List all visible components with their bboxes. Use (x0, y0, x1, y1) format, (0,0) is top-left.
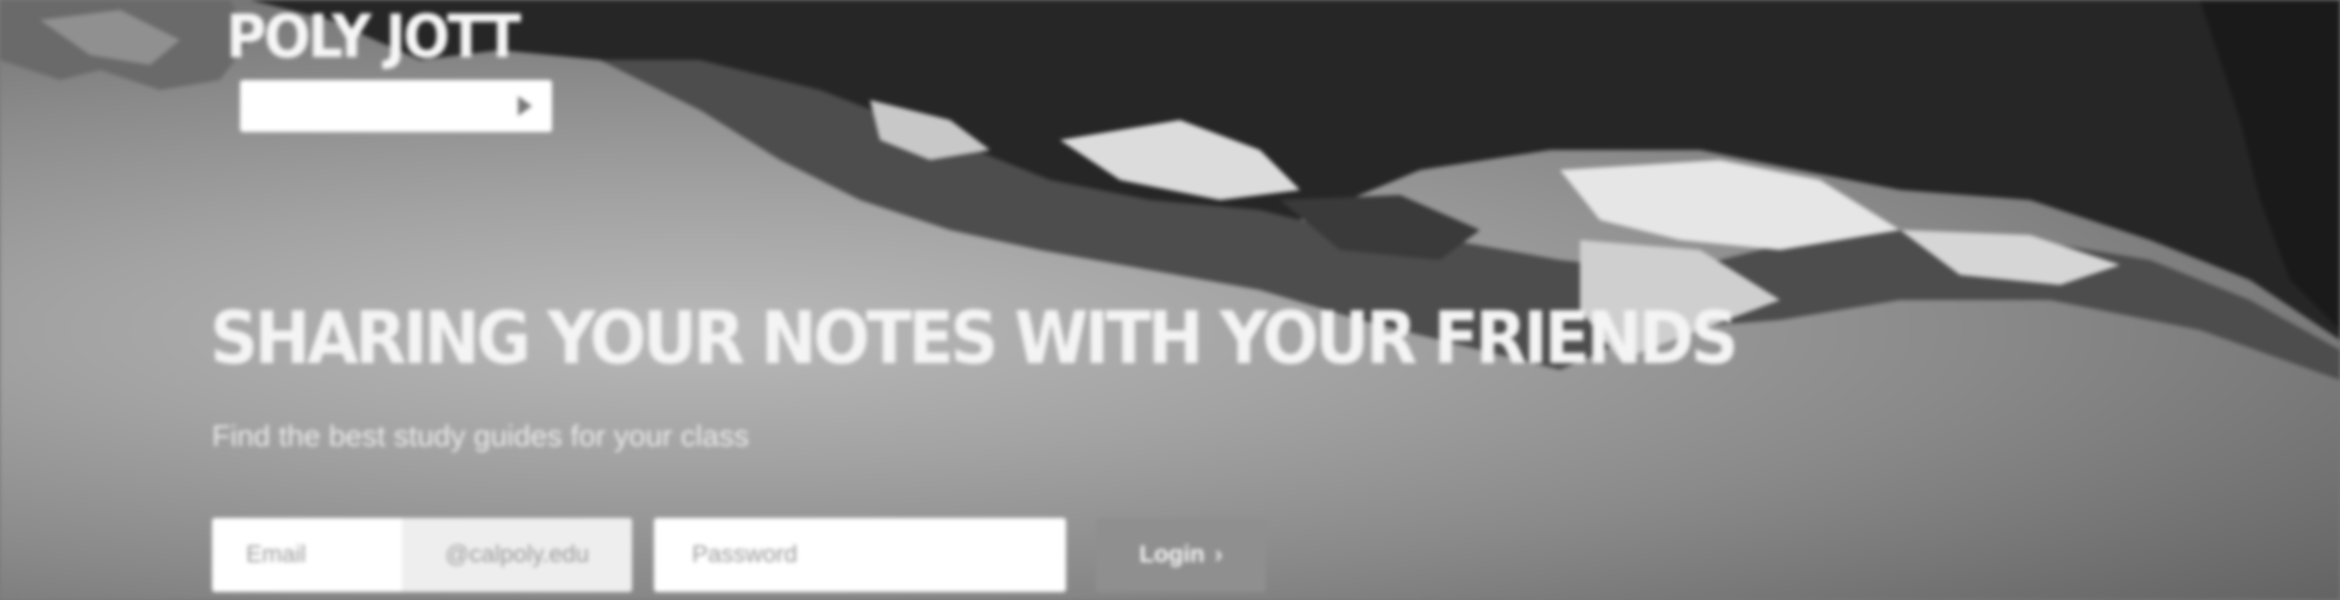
chevron-right-icon (518, 96, 532, 116)
hero-subheadline: Find the best study guides for your clas… (212, 420, 749, 453)
email-field-group: @calpoly.edu (212, 518, 632, 592)
email-domain-suffix: @calpoly.edu (402, 518, 632, 592)
login-button[interactable]: Login › (1096, 518, 1266, 592)
brand-block: POLY JOTT (222, 0, 562, 140)
hero-banner: POLY JOTT SHARING YOUR NOTES WITH YOUR F… (0, 0, 2340, 600)
language-select[interactable] (240, 80, 552, 132)
login-button-label: Login (1139, 541, 1205, 568)
arrow-right-icon: › (1214, 541, 1223, 568)
hero-headline: SHARING YOUR NOTES WITH YOUR FRIENDS (210, 296, 1739, 380)
logo[interactable]: POLY JOTT (226, 2, 521, 72)
password-field[interactable] (654, 518, 1066, 592)
email-field[interactable] (212, 518, 402, 592)
